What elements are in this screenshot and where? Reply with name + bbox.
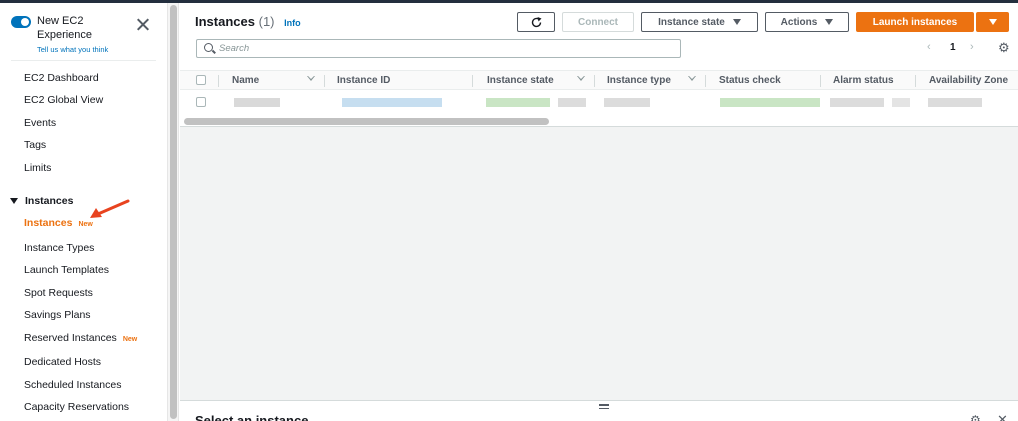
caret-down-icon <box>10 198 18 204</box>
redacted-instance-state <box>486 98 550 107</box>
instance-state-dropdown[interactable]: Instance state <box>641 12 758 32</box>
column-header-alarm-status[interactable]: Alarm status <box>833 75 894 86</box>
sidebar-item-spot-requests[interactable]: Spot Requests <box>24 287 93 299</box>
info-link[interactable]: Info <box>284 18 301 28</box>
sidebar-item-dedicated-hosts[interactable]: Dedicated Hosts <box>24 356 101 368</box>
sidebar-section-label: Instances <box>25 195 74 207</box>
search-icon <box>204 43 213 52</box>
column-header-instance-state[interactable]: Instance state <box>487 75 554 86</box>
column-header-instance-id[interactable]: Instance ID <box>337 75 390 86</box>
sidebar-item-launch-templates[interactable]: Launch Templates <box>24 264 109 276</box>
chevron-left-icon[interactable]: ‹ <box>927 41 931 53</box>
instances-panel: Instances (1) Info Connect Instance stat… <box>180 3 1018 127</box>
caret-down-icon <box>732 19 741 25</box>
sidebar-item-tags[interactable]: Tags <box>24 139 46 151</box>
sidebar-item-label: Reserved Instances <box>24 332 117 344</box>
details-split-pane: Select an instance ⚙ ✕ <box>180 400 1018 421</box>
sidebar-scrollbar-thumb[interactable] <box>170 5 177 419</box>
redacted-name <box>234 98 280 107</box>
refresh-icon <box>531 16 541 27</box>
sort-icon[interactable] <box>688 76 696 81</box>
redacted-status-check <box>720 98 820 107</box>
sidebar-section-instances[interactable]: Instances <box>10 195 73 207</box>
sort-icon[interactable] <box>307 76 315 81</box>
page-number[interactable]: 1 <box>950 42 956 53</box>
redacted-alarm-status <box>830 98 884 107</box>
arrow-annotation-icon <box>90 199 130 218</box>
page-title: Instances (1) Info <box>195 14 301 29</box>
sidebar-item-limits[interactable]: Limits <box>24 162 51 174</box>
main-content: Instances (1) Info Connect Instance stat… <box>180 3 1018 421</box>
details-pane-title: Select an instance <box>195 413 309 421</box>
redacted-instance-id[interactable] <box>342 98 442 107</box>
sidebar-item-savings-plans[interactable]: Savings Plans <box>24 309 91 321</box>
column-header-availability-zone[interactable]: Availability Zone <box>929 75 1008 86</box>
sidebar-item-label: Instances <box>24 217 73 229</box>
table-header: Name Instance ID Instance state Instance… <box>180 70 1018 90</box>
sidebar-item-instances[interactable]: Instances New <box>24 217 93 229</box>
redacted-availability-zone <box>928 98 982 107</box>
new-experience-toggle-row: New EC2 Experience Tell us what you thin… <box>11 14 108 54</box>
select-all-checkbox[interactable] <box>196 75 206 85</box>
sidebar-item-ec2-global-view[interactable]: EC2 Global View <box>24 94 103 106</box>
close-icon[interactable]: ✕ <box>997 412 1008 421</box>
connect-button[interactable]: Connect <box>562 12 634 32</box>
page-title-text: Instances <box>195 14 255 29</box>
caret-down-icon <box>825 19 834 25</box>
table-horizontal-scrollbar[interactable] <box>184 118 549 125</box>
sidebar-item-instance-types[interactable]: Instance Types <box>24 242 94 254</box>
launch-options-dropdown[interactable] <box>976 12 1009 32</box>
column-header-name[interactable]: Name <box>232 75 259 86</box>
table-row[interactable] <box>180 91 1018 113</box>
new-badge: New <box>78 221 93 228</box>
redacted-instance-type <box>604 98 650 107</box>
sidebar-item-scheduled-instances[interactable]: Scheduled Instances <box>24 379 121 391</box>
feedback-link[interactable]: Tell us what you think <box>37 45 108 54</box>
redacted-zoom-icons <box>558 98 586 107</box>
actions-dropdown[interactable]: Actions <box>765 12 849 32</box>
column-header-status-check[interactable]: Status check <box>719 75 781 86</box>
redacted-alarm-add <box>892 98 910 107</box>
toggle-icon[interactable] <box>11 16 31 28</box>
column-header-instance-type[interactable]: Instance type <box>607 75 671 86</box>
launch-instances-button[interactable]: Launch instances <box>856 12 974 32</box>
gear-icon[interactable]: ⚙ <box>998 41 1010 54</box>
row-checkbox[interactable] <box>196 97 206 107</box>
new-experience-title: New EC2 Experience <box>37 15 93 41</box>
gear-icon[interactable]: ⚙ <box>970 413 981 421</box>
sort-icon[interactable] <box>577 76 585 81</box>
instance-state-label: Instance state <box>658 16 725 28</box>
search-field[interactable] <box>196 39 681 58</box>
sidebar-scrollbar[interactable] <box>167 3 179 421</box>
chevron-right-icon[interactable]: › <box>970 41 974 53</box>
sidebar: New EC2 Experience Tell us what you thin… <box>0 3 167 421</box>
pane-resize-handle[interactable] <box>599 404 609 411</box>
sidebar-item-capacity-reservations[interactable]: Capacity Reservations <box>24 401 129 413</box>
search-input[interactable] <box>219 41 669 56</box>
caret-down-icon <box>988 19 997 25</box>
sidebar-item-reserved-instances[interactable]: Reserved Instances New <box>24 332 137 344</box>
sidebar-item-ec2-dashboard[interactable]: EC2 Dashboard <box>24 72 99 84</box>
new-badge: New <box>122 336 138 343</box>
actions-label: Actions <box>780 16 818 28</box>
sidebar-divider <box>11 60 156 61</box>
instance-count: (1) <box>258 14 275 29</box>
refresh-button[interactable] <box>517 12 555 32</box>
sidebar-item-events[interactable]: Events <box>24 117 56 129</box>
close-icon[interactable] <box>135 17 151 33</box>
